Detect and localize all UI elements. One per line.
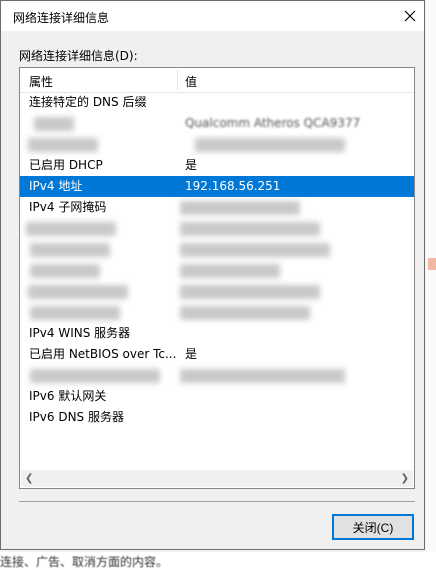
table-row[interactable] xyxy=(20,302,414,323)
redacted-blur xyxy=(180,306,310,320)
redacted-blur xyxy=(34,117,74,131)
table-row[interactable] xyxy=(20,365,414,386)
table-row[interactable] xyxy=(20,260,414,281)
window-title: 网络连接详细信息 xyxy=(13,11,110,25)
redacted-blur xyxy=(26,222,116,236)
table-row[interactable]: Qualcomm Atheros QCA9377 xyxy=(20,113,414,134)
redacted-blur xyxy=(30,243,110,257)
redacted-blur xyxy=(30,264,100,278)
scroll-right-arrow-icon[interactable]: ❯ xyxy=(401,470,409,487)
table-row[interactable] xyxy=(20,281,414,302)
table-row[interactable]: IPv4 WINS 服务器 xyxy=(20,323,414,344)
list-rows: 连接特定的 DNS 后缀 Qualcomm Atheros QCA9377 已启… xyxy=(20,92,414,428)
redacted-blur xyxy=(180,369,345,383)
background-edge xyxy=(426,0,436,552)
row-property: IPv6 DNS 服务器 xyxy=(29,410,124,424)
table-row[interactable] xyxy=(20,239,414,260)
row-value: 是 xyxy=(185,158,198,172)
table-row[interactable]: 已启用 DHCP 是 xyxy=(20,155,414,176)
table-row[interactable]: 连接特定的 DNS 后缀 xyxy=(20,92,414,113)
table-row[interactable]: IPv4 子网掩码 xyxy=(20,197,414,218)
row-property: IPv4 WINS 服务器 xyxy=(29,326,131,340)
background-mark xyxy=(428,258,436,270)
redacted-blur xyxy=(28,285,128,299)
table-row[interactable] xyxy=(20,218,414,239)
table-row[interactable]: 已启用 NetBIOS over Tc... 是 xyxy=(20,344,414,365)
redacted-blur xyxy=(180,285,320,299)
details-group-label: 网络连接详细信息(D): xyxy=(19,49,138,63)
row-property: 连接特定的 DNS 后缀 xyxy=(29,95,147,109)
title-bar: 网络连接详细信息 xyxy=(1,1,424,31)
close-icon[interactable] xyxy=(395,1,425,31)
details-list[interactable]: 属性 值 连接特定的 DNS 后缀 Qualcomm Atheros QCA93… xyxy=(19,67,415,489)
redacted-blur xyxy=(195,138,345,152)
redacted-blur xyxy=(28,138,98,152)
row-property: 已启用 DHCP xyxy=(29,158,103,172)
row-property: IPv4 子网掩码 xyxy=(29,200,107,214)
table-row[interactable] xyxy=(20,134,414,155)
row-value: 是 xyxy=(185,347,198,361)
divider xyxy=(19,501,415,502)
horizontal-scrollbar[interactable]: ❮ ❯ xyxy=(21,470,413,487)
close-button[interactable]: 关闭(C) xyxy=(332,514,414,540)
redacted-blur xyxy=(180,243,330,257)
column-header-property[interactable]: 属性 xyxy=(29,73,53,90)
redacted-blur xyxy=(180,201,300,215)
background-text: 连接、广告、取消方面的内容。 xyxy=(0,555,169,569)
list-header: 属性 值 xyxy=(20,68,414,93)
redacted-blur xyxy=(30,306,120,320)
redacted-blur xyxy=(180,264,280,278)
row-property: IPv4 地址 xyxy=(29,179,83,193)
column-header-value[interactable]: 值 xyxy=(185,73,197,90)
scroll-left-arrow-icon[interactable]: ❮ xyxy=(25,470,33,487)
row-value: Qualcomm Atheros QCA9377 xyxy=(185,116,361,130)
column-divider[interactable] xyxy=(177,70,178,90)
network-details-dialog: 网络连接详细信息 网络连接详细信息(D): 属性 值 连接特定的 DNS 后缀 … xyxy=(0,0,425,550)
row-property: IPv6 默认网关 xyxy=(29,389,107,403)
row-value: 192.168.56.251 xyxy=(185,179,281,193)
table-row[interactable]: IPv6 DNS 服务器 xyxy=(20,407,414,428)
table-row[interactable]: IPv6 默认网关 xyxy=(20,386,414,407)
row-property: 已启用 NetBIOS over Tc... xyxy=(29,347,177,361)
table-row-selected[interactable]: IPv4 地址 192.168.56.251 xyxy=(20,176,414,197)
redacted-blur xyxy=(30,369,160,383)
redacted-blur xyxy=(180,222,320,236)
